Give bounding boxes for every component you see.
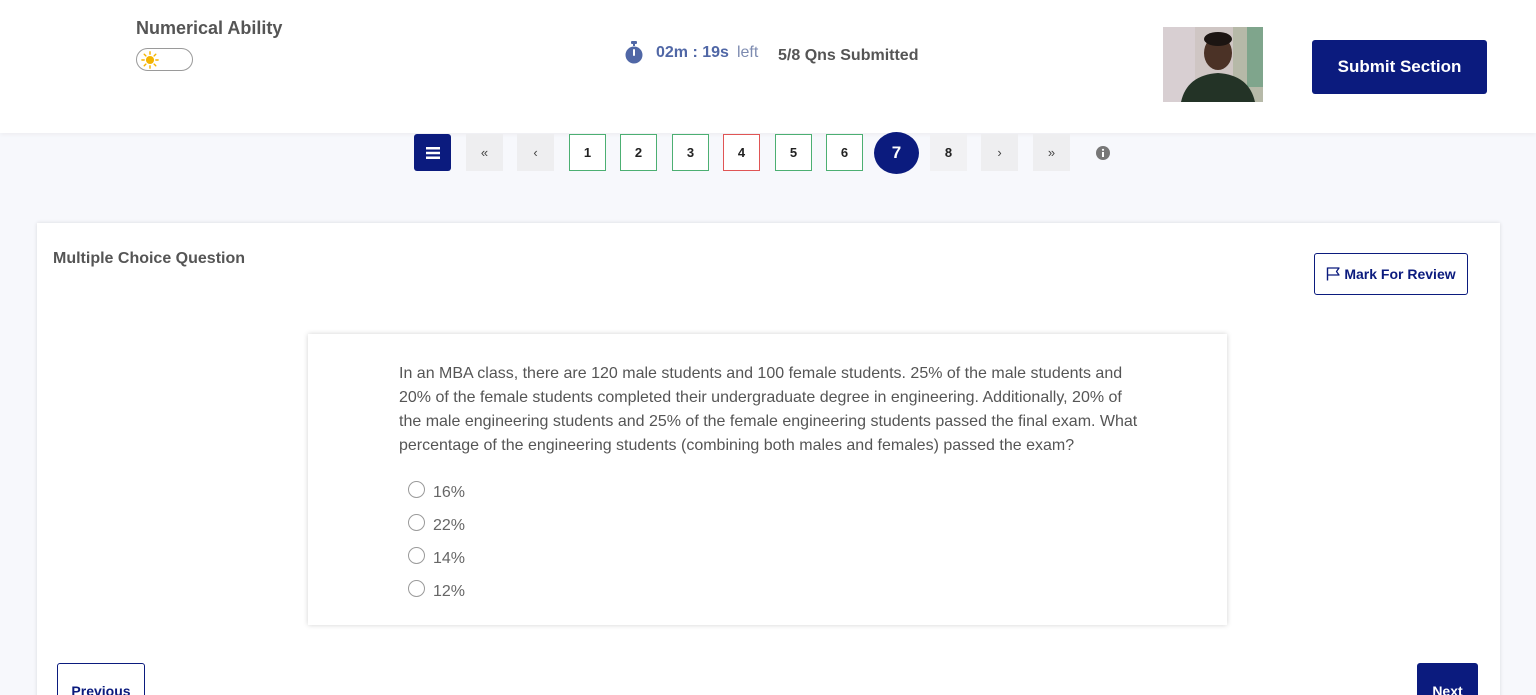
question-7-button[interactable]: 7 [874, 132, 919, 174]
section-title: Numerical Ability [136, 18, 283, 38]
timer: 02m : 19s left [624, 41, 758, 65]
question-type-label: Multiple Choice Question [53, 250, 246, 267]
sun-icon [141, 51, 159, 69]
list-icon [425, 146, 440, 159]
radio-button[interactable] [408, 514, 425, 531]
next-page-button[interactable]: › [981, 134, 1018, 171]
option-label: 12% [433, 582, 466, 600]
option-2[interactable]: 22% [408, 509, 465, 542]
option-3[interactable]: 14% [408, 542, 465, 575]
timer-suffix: left [736, 44, 759, 61]
option-4[interactable]: 12% [408, 575, 465, 608]
webcam-image [1163, 27, 1263, 102]
info-icon[interactable] [1096, 146, 1110, 160]
theme-toggle[interactable] [136, 48, 193, 71]
flag-icon [1327, 267, 1341, 281]
question-4-button[interactable]: 4 [723, 134, 760, 171]
question-8-button[interactable]: 8 [930, 134, 967, 171]
question-pager: « ‹ 1 2 3 4 5 6 7 8 › » [0, 132, 1536, 174]
last-page-button[interactable]: » [1033, 134, 1070, 171]
stopwatch-icon [625, 41, 643, 64]
answer-options: 16% 22% 14% 12% [408, 476, 465, 608]
mark-for-review-label: Mark For Review [1344, 266, 1456, 282]
submit-section-button[interactable]: Submit Section [1312, 40, 1487, 94]
radio-button[interactable] [408, 481, 425, 498]
first-page-button[interactable]: « [466, 134, 503, 171]
webcam-preview [1163, 27, 1263, 102]
mark-for-review-button[interactable]: Mark For Review [1314, 253, 1468, 295]
option-label: 22% [433, 516, 466, 534]
question-6-button[interactable]: 6 [826, 134, 863, 171]
radio-button[interactable] [408, 580, 425, 597]
question-5-button[interactable]: 5 [775, 134, 812, 171]
question-2-button[interactable]: 2 [620, 134, 657, 171]
question-list-button[interactable] [414, 134, 451, 171]
question-1-button[interactable]: 1 [569, 134, 606, 171]
submitted-status: 5/8 Qns Submitted [778, 47, 919, 64]
radio-button[interactable] [408, 547, 425, 564]
option-1[interactable]: 16% [408, 476, 465, 509]
next-button[interactable]: Next [1417, 663, 1478, 695]
timer-value: 02m : 19s [656, 44, 729, 61]
header-bar: Numerical Ability 02m : 19s left 5/8 Qns… [0, 0, 1536, 133]
question-3-button[interactable]: 3 [672, 134, 709, 171]
option-label: 16% [433, 483, 466, 501]
prev-page-button[interactable]: ‹ [517, 134, 554, 171]
question-box: In an MBA class, there are 120 male stud… [308, 334, 1227, 625]
question-card: Multiple Choice Question Mark For Review… [37, 223, 1500, 695]
option-label: 14% [433, 549, 466, 567]
previous-button[interactable]: Previous [57, 663, 145, 695]
question-text: In an MBA class, there are 120 male stud… [399, 365, 1138, 454]
